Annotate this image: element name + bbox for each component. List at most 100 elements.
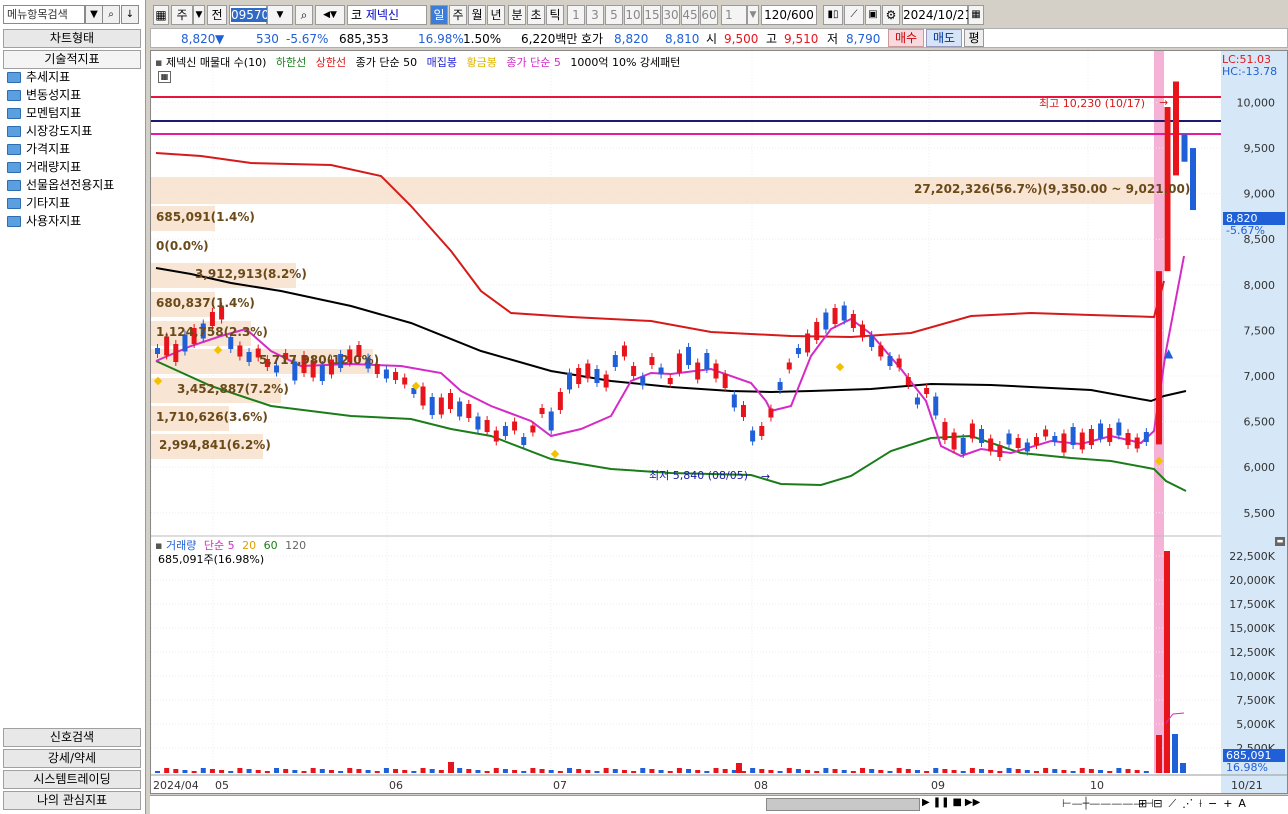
tree-item[interactable]: 기타지표 bbox=[3, 194, 141, 212]
search-icon[interactable]: ⌕ bbox=[295, 5, 313, 25]
minute-10[interactable]: 10 bbox=[624, 5, 642, 25]
play-icon[interactable]: ▶ bbox=[922, 797, 930, 808]
candle-icon[interactable]: ▮▯ bbox=[823, 5, 843, 25]
period-tick[interactable]: 틱 bbox=[546, 5, 564, 25]
volume-bar bbox=[310, 768, 316, 773]
stop-icon[interactable]: ■ bbox=[952, 797, 961, 808]
candle-body bbox=[530, 425, 536, 433]
chart-type-button[interactable]: 차트형태 bbox=[3, 29, 141, 48]
signal-search-button[interactable]: 신호검색 bbox=[3, 728, 141, 747]
fast-forward-icon[interactable]: ▶▶ bbox=[965, 797, 980, 808]
chevron-down-icon[interactable]: ▼ bbox=[747, 5, 759, 25]
tree-item[interactable]: 선물옵션전용지표 bbox=[3, 176, 141, 194]
tree-item[interactable]: 거래량지표 bbox=[3, 158, 141, 176]
period-day[interactable]: 일 bbox=[430, 5, 448, 25]
line-chart-icon[interactable]: ⟋ bbox=[844, 5, 864, 25]
price-tick-label: 10,000 bbox=[1237, 96, 1276, 109]
volume-bar bbox=[164, 768, 170, 773]
minute-45[interactable]: 45 bbox=[681, 5, 699, 25]
gear-icon[interactable]: ⚙ bbox=[882, 5, 900, 25]
period-year[interactable]: 년 bbox=[487, 5, 505, 25]
buy-button[interactable]: 매수 bbox=[888, 29, 924, 47]
tree-item[interactable]: 사용자지표 bbox=[3, 212, 141, 230]
volume-bar bbox=[429, 769, 435, 773]
minute-30[interactable]: 30 bbox=[662, 5, 680, 25]
tree-item[interactable]: 모멘텀지표 bbox=[3, 104, 141, 122]
system-trading-button[interactable]: 시스템트레이딩 bbox=[3, 770, 141, 789]
volume-bar bbox=[736, 763, 742, 773]
prev-button[interactable]: 전 bbox=[207, 5, 227, 25]
tech-indicator-button[interactable]: 기술적지표 bbox=[3, 50, 141, 69]
plus-icon[interactable]: + bbox=[1223, 797, 1232, 811]
code-input[interactable]: 095700 bbox=[229, 5, 277, 25]
volume-bar bbox=[896, 768, 902, 773]
stock-name-field[interactable]: 코 제넥신 bbox=[347, 5, 427, 25]
chevron-down-icon[interactable]: ▼ bbox=[193, 5, 205, 25]
eval-button[interactable]: 평 bbox=[964, 29, 984, 47]
date-tick-label: 10 bbox=[1090, 779, 1104, 792]
volume-bar bbox=[576, 769, 582, 773]
volume-bar bbox=[1116, 768, 1122, 773]
minute-1[interactable]: 1 bbox=[567, 5, 585, 25]
period-second[interactable]: 초 bbox=[527, 5, 545, 25]
interval-select[interactable]: 1 bbox=[721, 5, 747, 25]
period-week[interactable]: 주 bbox=[449, 5, 467, 25]
legend-accum[interactable]: 매집봉 bbox=[427, 56, 457, 69]
volume-legend-ma60[interactable]: 60 bbox=[264, 539, 278, 552]
legend-ma5[interactable]: 종가 단순 5 bbox=[506, 56, 560, 69]
volume-bar bbox=[255, 770, 261, 773]
legend-pattern[interactable]: 1000억 10% 강세패턴 bbox=[570, 56, 680, 69]
chart-area[interactable]: → → ▲ 22,500K 20,000K 17,500K 15,000K 12,500K 1… bbox=[150, 50, 1288, 794]
table-icon[interactable]: ▦ bbox=[158, 71, 171, 83]
price-chart[interactable]: → → ▲ 22,500K 20,000K 17,500K 15,000K 12,500K 1… bbox=[151, 51, 1287, 793]
legend-vp[interactable]: 제넥신 매물대 수(10) bbox=[166, 56, 266, 69]
minute-15[interactable]: 15 bbox=[643, 5, 661, 25]
date-field[interactable]: 2024/10/21 bbox=[902, 5, 972, 25]
legend-upper[interactable]: 상한선 bbox=[316, 56, 346, 69]
candle-body bbox=[576, 368, 582, 384]
period-select[interactable]: 주 bbox=[171, 5, 193, 25]
tree-item[interactable]: 변동성지표 bbox=[3, 86, 141, 104]
legend-ma50[interactable]: 종가 단순 50 bbox=[356, 56, 417, 69]
my-indicators-button[interactable]: 나의 관심지표 bbox=[3, 791, 141, 810]
amount-value: 6,220백만 bbox=[521, 32, 578, 46]
sell-button[interactable]: 매도 bbox=[926, 29, 962, 47]
calendar-icon[interactable]: ▦ bbox=[968, 5, 984, 25]
save-icon[interactable]: ▣ bbox=[865, 5, 881, 25]
text-icon[interactable]: A bbox=[1238, 797, 1246, 811]
scroll-thumb[interactable] bbox=[766, 798, 920, 811]
zoom-icon[interactable]: ⊟ bbox=[1153, 797, 1162, 811]
volume-bar bbox=[457, 768, 463, 773]
sound-icon[interactable]: ◀▼ bbox=[315, 5, 345, 25]
search-icon[interactable]: ⌕ bbox=[102, 5, 120, 24]
fib-icon[interactable]: ⋰ bbox=[1182, 797, 1193, 811]
panel-minimize-icon[interactable]: ▬ bbox=[1275, 537, 1285, 546]
pause-icon[interactable]: ❚❚ bbox=[933, 797, 950, 808]
strength-button[interactable]: 강세/약세 bbox=[3, 749, 141, 768]
period-month[interactable]: 월 bbox=[468, 5, 486, 25]
legend-golden[interactable]: 황금봉 bbox=[467, 56, 497, 69]
tree-item[interactable]: 추세지표 bbox=[3, 68, 141, 86]
legend-lower[interactable]: 하한선 bbox=[276, 56, 306, 69]
minus-icon[interactable]: − bbox=[1208, 797, 1217, 811]
hand-icon[interactable]: ⟊ bbox=[1199, 797, 1202, 811]
chart-icon[interactable]: ▦ bbox=[153, 5, 169, 25]
tree-item[interactable]: 시장강도지표 bbox=[3, 122, 141, 140]
dropdown-arrow-icon[interactable]: ▼ bbox=[85, 5, 103, 24]
candle-body bbox=[860, 324, 866, 338]
menu-search-input[interactable]: 메뉴항목검색 bbox=[3, 5, 85, 24]
volume-tick-label: 20,000K bbox=[1229, 574, 1275, 587]
minute-3[interactable]: 3 bbox=[586, 5, 604, 25]
tree-item[interactable]: 가격지표 bbox=[3, 140, 141, 158]
trend-icon[interactable]: ⟋ bbox=[1168, 797, 1176, 811]
up-arrow-icon: ▲ bbox=[1164, 346, 1174, 360]
crosshair-icon[interactable]: ⊞ bbox=[1138, 797, 1147, 811]
minute-5[interactable]: 5 bbox=[605, 5, 623, 25]
dropdown-arrow-icon[interactable]: ▼ bbox=[267, 5, 293, 25]
period-minute[interactable]: 분 bbox=[508, 5, 526, 25]
volume-legend-ma120[interactable]: 120 bbox=[285, 539, 306, 552]
minute-60[interactable]: 60 bbox=[700, 5, 718, 25]
folder-icon bbox=[7, 71, 21, 83]
count-field[interactable]: 120/600 bbox=[761, 5, 817, 25]
download-icon[interactable]: ↓ bbox=[121, 5, 139, 24]
